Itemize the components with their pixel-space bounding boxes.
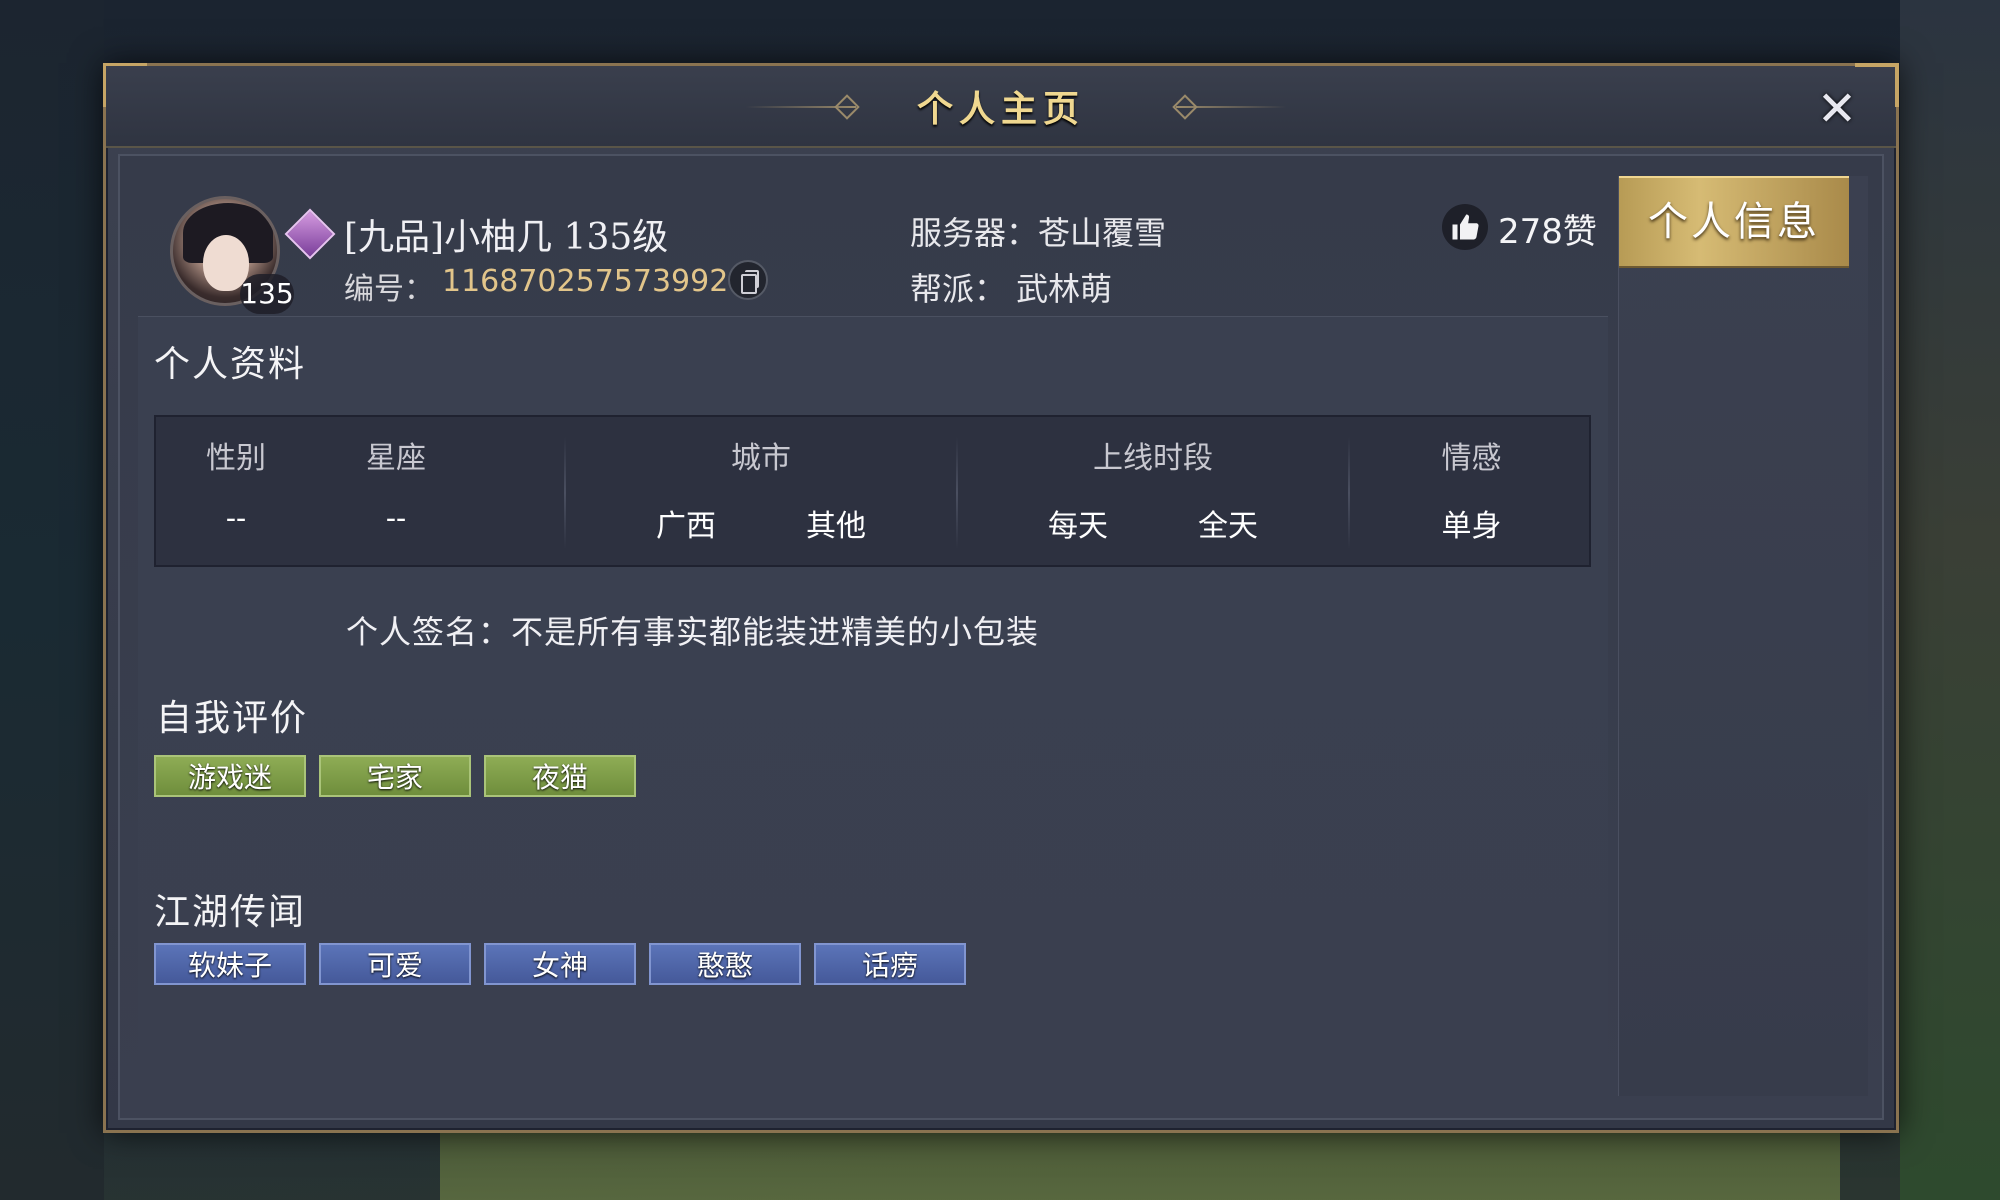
player-id-value: 1168702575739928 <box>442 264 748 299</box>
column-value: -- <box>385 501 407 536</box>
window-body: 135 [九品]小柚几 135级 编号： 1168702575739928 服务… <box>118 154 1884 1120</box>
rumor-tag[interactable]: 可爱 <box>319 943 471 985</box>
background-right <box>1900 0 2000 1200</box>
column-value: 全天 <box>1198 509 1258 544</box>
title-ornament-right <box>1176 106 1286 108</box>
rumors-title: 江湖传闻 <box>154 892 307 933</box>
column-header: 星座 <box>366 441 426 476</box>
column-value: 单身 <box>1441 509 1502 544</box>
self-evaluation-tag[interactable]: 宅家 <box>319 755 471 797</box>
like-button[interactable] <box>1442 204 1488 250</box>
self-evaluation-title: 自我评价 <box>156 698 309 739</box>
personal-info-table: 性别 -- 星座 -- 城市 广西 其他 上线时段 每天 全天 情感 单身 <box>154 415 1591 567</box>
column-header: 情感 <box>1441 441 1502 476</box>
tab-personal-info[interactable]: 个人信息 <box>1619 176 1849 268</box>
column-header: 上线时段 <box>1093 441 1213 476</box>
column-value: 每天 <box>1048 509 1108 544</box>
like-count: 278赞 <box>1498 212 1597 252</box>
profile-window: 个人主页 ✕ 135 [九品]小柚几 135级 编号： 116870257573… <box>103 63 1899 1133</box>
rumor-tag[interactable]: 话痨 <box>814 943 966 985</box>
thumbs-up-icon <box>1452 214 1479 240</box>
player-id-label: 编号： <box>344 272 434 307</box>
avatar-level-badge: 135 <box>240 274 294 314</box>
title-bar: 个人主页 ✕ <box>106 66 1896 148</box>
column-relationship: 情感 单身 <box>1350 417 1593 565</box>
personal-info-title: 个人资料 <box>154 344 307 385</box>
column-value: 其他 <box>806 509 866 544</box>
close-button[interactable]: ✕ <box>1810 82 1864 136</box>
rumor-tag[interactable]: 软妹子 <box>154 943 306 985</box>
column-value: 广西 <box>656 509 716 544</box>
background-left <box>0 0 104 1200</box>
profile-content: 个人资料 性别 -- 星座 -- 城市 广西 其他 上线时段 每天 全天 情感 … <box>138 316 1608 1106</box>
column-header: 城市 <box>731 441 791 476</box>
guild-info: 帮派： 武林萌 <box>910 270 1113 308</box>
purple-rank-gem-icon <box>284 208 336 260</box>
self-evaluation-tag[interactable]: 夜猫 <box>484 755 636 797</box>
column-header: 性别 <box>206 441 266 476</box>
self-evaluation-tag[interactable]: 游戏迷 <box>154 755 306 797</box>
column-gender: 性别 -- <box>156 417 316 565</box>
side-tab-panel: 个人信息 <box>1618 176 1868 1096</box>
column-city: 城市 广西 其他 <box>566 417 956 565</box>
signature: 个人签名：不是所有事实都能装进精美的小包装 <box>346 613 1040 651</box>
server-info: 服务器：苍山覆雪 <box>910 214 1167 252</box>
window-title: 个人主页 <box>916 88 1085 130</box>
rumor-tag[interactable]: 憨憨 <box>649 943 801 985</box>
rumor-tag[interactable]: 女神 <box>484 943 636 985</box>
column-value: -- <box>225 501 247 536</box>
column-zodiac: 星座 -- <box>316 417 476 565</box>
player-name: [九品]小柚几 135级 <box>344 217 669 258</box>
column-online-time: 上线时段 每天 全天 <box>958 417 1348 565</box>
close-x-icon: ✕ <box>1816 81 1858 137</box>
copy-id-button[interactable] <box>728 260 768 300</box>
